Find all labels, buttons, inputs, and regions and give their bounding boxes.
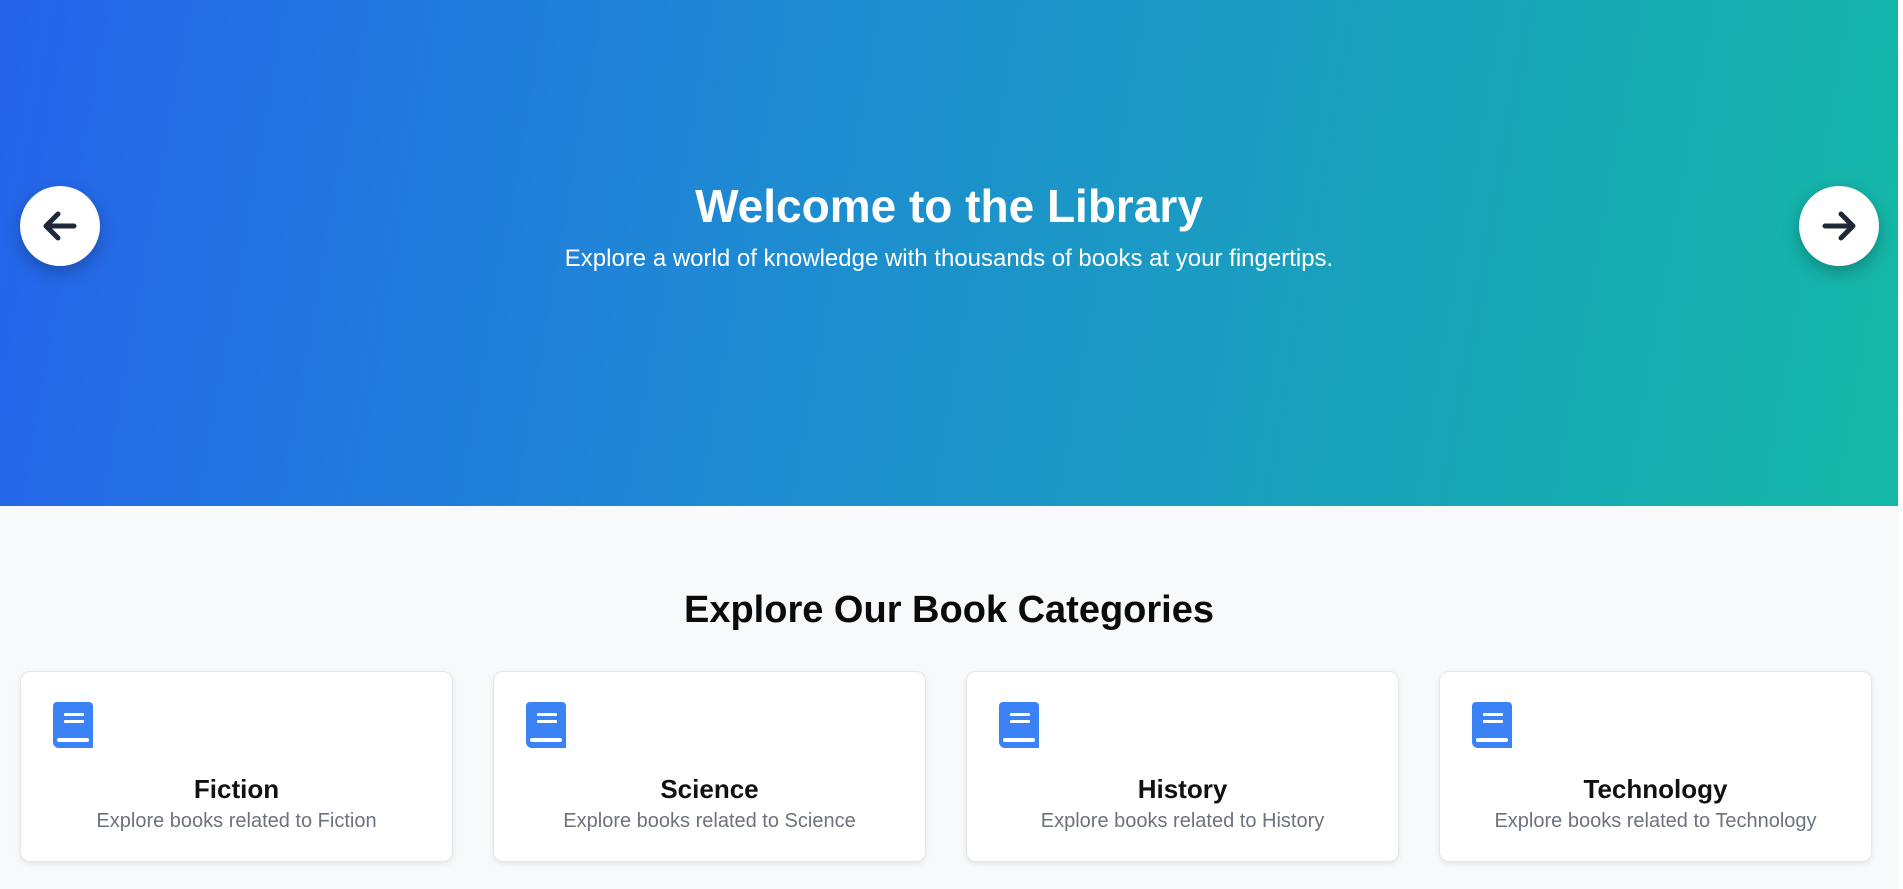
hero-banner: Welcome to the Library Explore a world o… xyxy=(0,0,1898,506)
category-title: Fiction xyxy=(193,774,280,804)
category-card-science[interactable]: Science Explore books related to Science xyxy=(493,671,926,862)
book-icon xyxy=(999,702,1039,748)
page: Welcome to the Library Explore a world o… xyxy=(0,0,1903,889)
book-icon xyxy=(1472,702,1512,748)
previous-slide-button[interactable] xyxy=(20,186,100,266)
category-title: History xyxy=(1137,774,1228,804)
hero-title: Welcome to the Library xyxy=(695,180,1203,232)
category-description: Explore books related to Fiction xyxy=(96,810,377,832)
hero-subtitle: Explore a world of knowledge with thousa… xyxy=(564,245,1334,272)
category-title: Science xyxy=(660,774,759,804)
category-title: Technology xyxy=(1583,774,1728,804)
book-icon xyxy=(53,702,93,748)
category-card-history[interactable]: History Explore books related to History xyxy=(966,671,1399,862)
arrow-left-icon xyxy=(43,211,77,241)
next-slide-button[interactable] xyxy=(1799,186,1879,266)
category-card-technology[interactable]: Technology Explore books related to Tech… xyxy=(1439,671,1872,862)
category-description: Explore books related to History xyxy=(1040,810,1325,832)
category-description: Explore books related to Technology xyxy=(1494,810,1817,832)
categories-heading: Explore Our Book Categories xyxy=(683,589,1214,631)
category-cards: Fiction Explore books related to Fiction… xyxy=(20,671,1878,862)
arrow-right-icon xyxy=(1822,211,1856,241)
category-description: Explore books related to Science xyxy=(563,810,856,832)
category-card-fiction[interactable]: Fiction Explore books related to Fiction xyxy=(20,671,453,862)
book-icon xyxy=(526,702,566,748)
scrollbar-track[interactable] xyxy=(1898,0,1903,889)
